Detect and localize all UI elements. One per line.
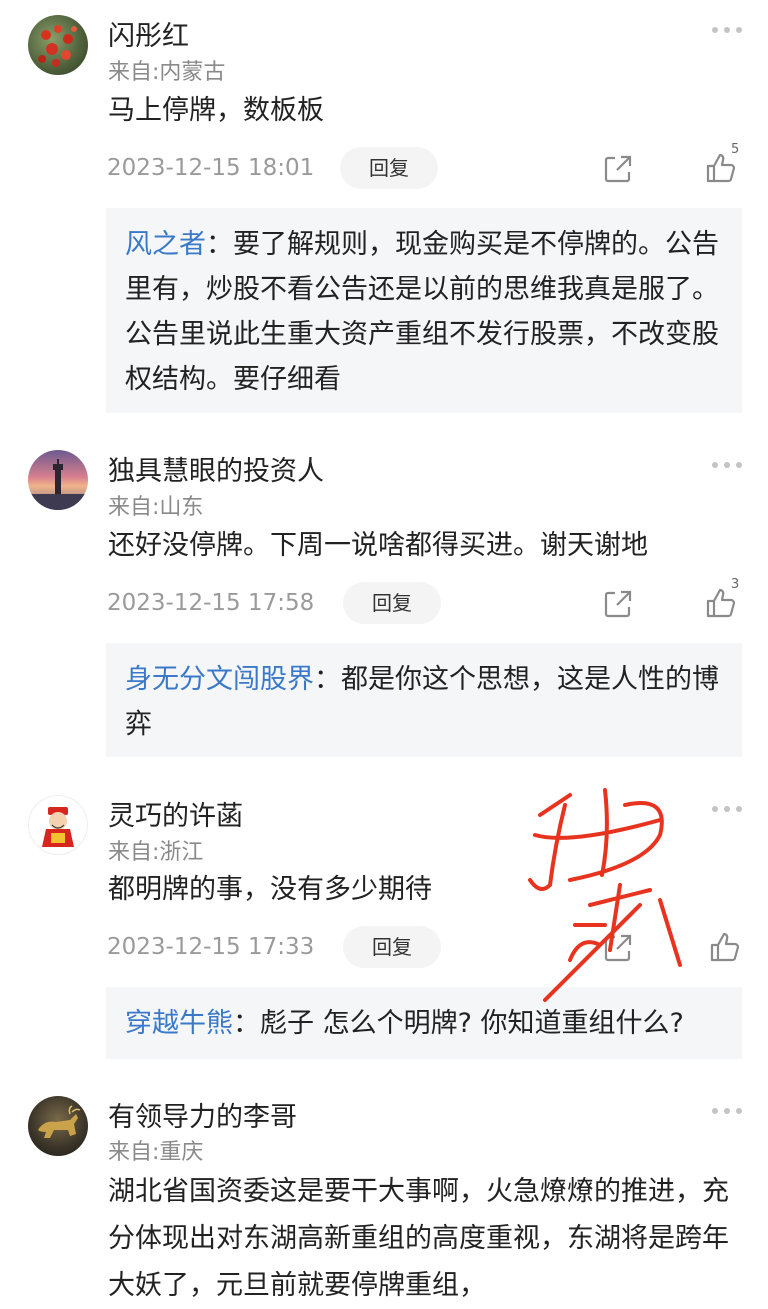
user-name[interactable]: 闪彤红: [108, 14, 189, 53]
like-count: 5: [731, 142, 740, 157]
red-berries-icon: [38, 25, 77, 67]
reply-button[interactable]: 回复: [343, 582, 441, 624]
user-location: 来自:山东: [108, 495, 204, 520]
sub-reply[interactable]: 穿越牛熊：彪子 怎么个明牌? 你知道重组什么?: [106, 987, 742, 1059]
reply-button[interactable]: 回复: [340, 147, 438, 189]
more-dots-icon[interactable]: [710, 806, 744, 814]
more-dots-icon[interactable]: [710, 462, 744, 470]
comment-time: 2023-12-15 17:33: [107, 934, 315, 960]
lighthouse-icon: [28, 459, 88, 510]
reply-button[interactable]: 回复: [343, 926, 441, 968]
sub-reply-author[interactable]: 穿越牛熊: [125, 1008, 233, 1039]
comment-content: 湖北省国资委这是要干大事啊，火急燎燎的推进，充分体现出对东湖高新重组的高度重视，…: [108, 1176, 729, 1301]
user-name[interactable]: 独具慧眼的投资人: [108, 449, 324, 488]
avatar[interactable]: [28, 15, 88, 75]
sub-reply-author[interactable]: 风之者: [125, 229, 206, 260]
fortune-god-icon: [42, 807, 74, 847]
comment-content: 都明牌的事，没有多少期待: [108, 874, 432, 905]
user-name[interactable]: 灵巧的许菡: [108, 794, 243, 833]
share-icon[interactable]: [603, 933, 633, 963]
share-icon[interactable]: [603, 154, 633, 184]
avatar[interactable]: [28, 795, 88, 855]
comment-content: 马上停牌，数板板: [108, 95, 324, 126]
more-dots-icon[interactable]: [710, 27, 744, 35]
comment-time: 2023-12-15 17:58: [107, 590, 315, 616]
user-location: 来自:内蒙古: [108, 60, 226, 85]
comment-time: 2023-12-15 18:01: [107, 155, 315, 181]
share-icon[interactable]: [603, 589, 633, 619]
user-location: 来自:重庆: [108, 1140, 204, 1165]
sub-reply-author[interactable]: 身无分文闯股界: [125, 664, 314, 695]
more-dots-icon[interactable]: [710, 1108, 744, 1116]
sub-reply[interactable]: 身无分文闯股界：都是你这个思想，这是人性的博弈: [106, 643, 742, 757]
bull-statue-icon: [38, 1105, 81, 1138]
comment-content: 还好没停牌。下周一说啥都得买进。谢天谢地: [108, 530, 648, 561]
user-name[interactable]: 有领导力的李哥: [108, 1095, 297, 1134]
sub-reply-text: 彪子 怎么个明牌? 你知道重组什么?: [260, 1008, 684, 1039]
avatar[interactable]: [28, 450, 88, 510]
avatar[interactable]: [28, 1096, 88, 1156]
user-location: 来自:浙江: [108, 840, 204, 865]
sub-reply[interactable]: 风之者：要了解规则，现金购买是不停牌的。公告里有，炒股不看公告还是以前的思维我真…: [106, 208, 742, 413]
like-count: 3: [731, 577, 740, 592]
thumbs-up-icon[interactable]: [708, 930, 742, 964]
